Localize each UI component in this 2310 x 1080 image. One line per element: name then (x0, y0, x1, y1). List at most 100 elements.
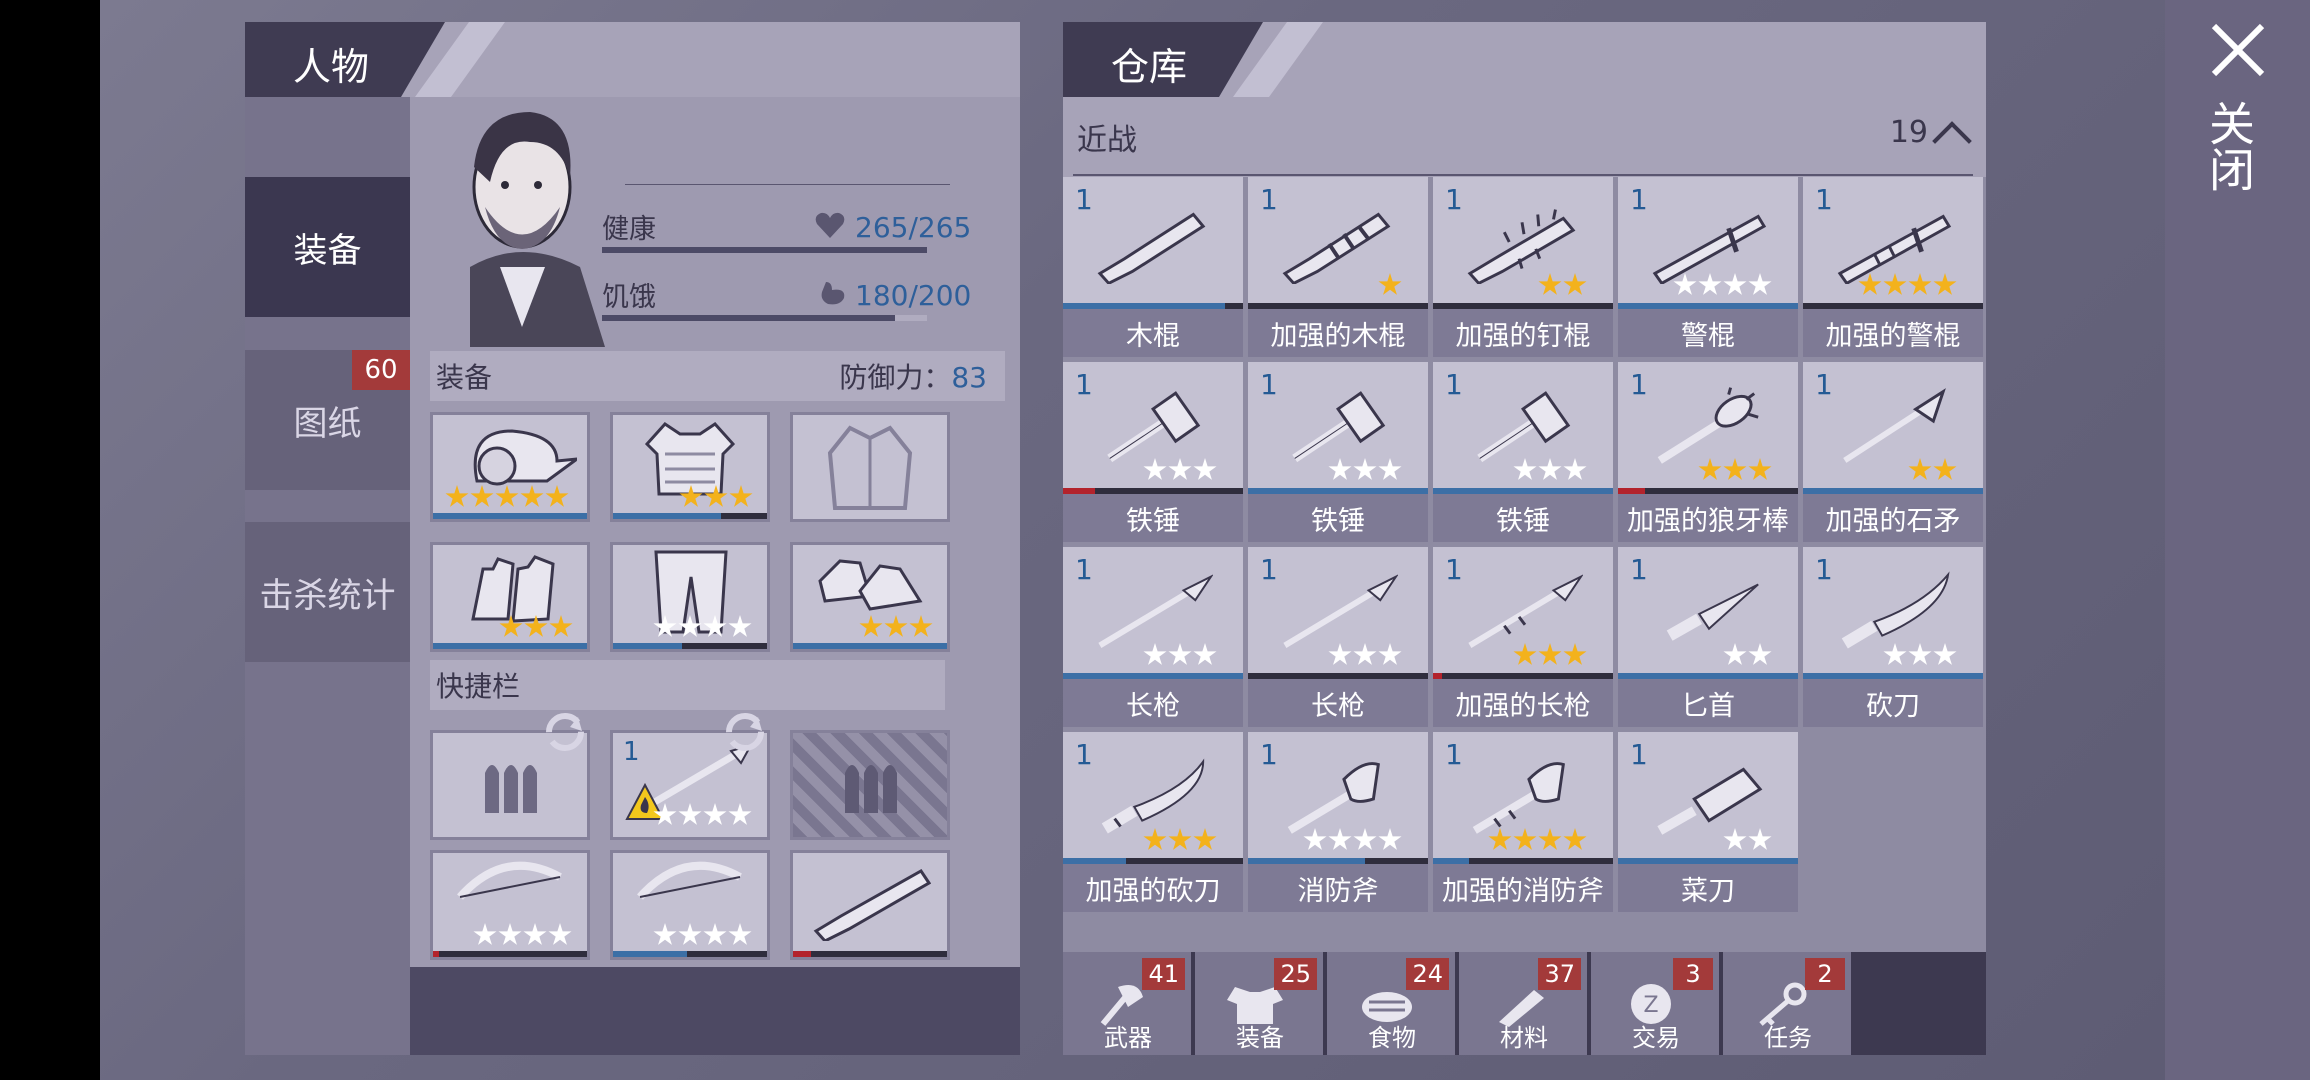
category-label: 任务 (1764, 1024, 1812, 1052)
close-label[interactable]: 关闭 (2202, 100, 2262, 192)
item-cell[interactable]: 1 铁锤 (1248, 362, 1428, 542)
item-cell[interactable]: 1 加强的警棍 (1803, 177, 1983, 357)
item-name: 消防斧 (1248, 864, 1428, 912)
durability-bar (433, 643, 587, 649)
item-qty: 1 (1815, 553, 1833, 586)
swap-icon[interactable] (720, 707, 770, 757)
category-tab[interactable]: 25 装备 (1195, 952, 1325, 1055)
equip-slot-head[interactable] (430, 412, 590, 522)
item-name: 加强的狼牙棒 (1618, 494, 1798, 542)
ammo-icon (485, 765, 537, 813)
category-label: 装备 (1236, 1024, 1284, 1052)
durability-bar (613, 951, 767, 957)
item-name: 加强的警棍 (1803, 309, 1983, 357)
item-name: 铁锤 (1433, 494, 1613, 542)
shoes-icon (818, 559, 923, 611)
item-stars (1143, 643, 1217, 667)
item-cell[interactable]: 1 长枪 (1248, 547, 1428, 727)
equip-slot-legs[interactable] (610, 542, 770, 652)
blueprints-badge: 60 (352, 350, 410, 390)
chevron-up-icon[interactable] (1932, 121, 1972, 161)
category-badge: 24 (1406, 958, 1449, 990)
category-label: 材料 (1500, 1024, 1548, 1052)
close-icon[interactable] (2208, 20, 2268, 80)
jacket-icon (827, 425, 913, 510)
item-qty: 1 (1630, 368, 1648, 401)
warehouse-panel: 仓库 近战 19 1 木棍 1 加强的木棍 1 加强的钉棍 1 警棍 1 加强的警棍 1 铁锤 1 铁锤 1… (1063, 22, 1986, 1055)
item-name: 匕首 (1618, 679, 1798, 727)
item-name: 加强的钉棍 (1433, 309, 1613, 357)
slot-stars (473, 923, 572, 947)
equip-slot-body[interactable] (610, 412, 770, 522)
durability-bar (613, 643, 767, 649)
item-name: 木棍 (1063, 309, 1243, 357)
hunger-bar-track (602, 315, 927, 321)
equip-slot-feet[interactable] (790, 542, 950, 652)
item-qty: 1 (1445, 738, 1463, 771)
nav-equipment[interactable]: 装备 (245, 177, 410, 317)
item-cell[interactable]: 1 木棍 (1063, 177, 1243, 357)
health-value: 265/265 (855, 211, 972, 244)
item-cell[interactable]: 1 加强的木棍 (1248, 177, 1428, 357)
defense-label: 防御力： (839, 361, 952, 394)
item-cell[interactable]: 1 加强的钉棍 (1433, 177, 1613, 357)
item-name: 长枪 (1063, 679, 1243, 727)
character-footer (410, 967, 1020, 1055)
item-qty: 1 (1630, 738, 1648, 771)
item-stars (1908, 458, 1957, 482)
item-stars (1673, 273, 1772, 297)
category-badge: 37 (1538, 958, 1581, 990)
item-cell[interactable]: 1 铁锤 (1063, 362, 1243, 542)
melee-category-header[interactable]: 近战 19 (1063, 97, 1986, 177)
item-cell[interactable]: 1 加强的消防斧 (1433, 732, 1613, 912)
nav-blueprints-label: 图纸 (293, 403, 362, 444)
category-tab[interactable]: 24 食物 (1327, 952, 1457, 1055)
quick-slot-6[interactable] (790, 850, 950, 960)
category-badge: 3 (1673, 958, 1713, 990)
item-cell[interactable]: 1 加强的长枪 (1433, 547, 1613, 727)
stat-divider (625, 184, 950, 185)
item-cell[interactable]: 1 加强的石矛 (1803, 362, 1983, 542)
item-cell[interactable]: 1 砍刀 (1803, 547, 1983, 727)
equip-slot-hands[interactable] (430, 542, 590, 652)
item-cell[interactable]: 1 加强的砍刀 (1063, 732, 1243, 912)
item-cell[interactable]: 1 菜刀 (1618, 732, 1798, 912)
swap-icon[interactable] (540, 707, 590, 757)
equipment-section-header: 装备 防御力：83 (430, 351, 1005, 401)
item-qty: 1 (1260, 368, 1278, 401)
category-tab[interactable]: 41 武器 (1063, 952, 1193, 1055)
item-cell[interactable]: 1 加强的狼牙棒 (1618, 362, 1798, 542)
item-stars (1883, 643, 1957, 667)
item-stars (1723, 828, 1772, 852)
item-name: 菜刀 (1618, 864, 1798, 912)
item-grid: 1 木棍 1 加强的木棍 1 加强的钉棍 1 警棍 1 加强的警棍 1 铁锤 1 铁锤 1 铁锤 1 加强的狼牙棒… (1063, 177, 1986, 952)
quick-slot-qty: 1 (623, 737, 640, 767)
item-stars (1143, 458, 1217, 482)
defense-stat: 防御力：83 (839, 356, 987, 396)
item-name: 加强的消防斧 (1433, 864, 1613, 912)
category-tab[interactable]: 2 任务 (1723, 952, 1853, 1055)
item-stars (1513, 458, 1587, 482)
quick-slot-5[interactable] (610, 850, 770, 960)
character-nav: 装备 图纸 60 击杀统计 (245, 97, 410, 1055)
equip-slot-outer[interactable] (790, 412, 950, 522)
item-cell[interactable]: 1 铁锤 (1433, 362, 1613, 542)
quickbar-section-label: 快捷栏 (436, 670, 521, 703)
item-cell[interactable]: 1 消防斧 (1248, 732, 1428, 912)
item-cell[interactable]: 1 警棍 (1618, 177, 1798, 357)
nav-blueprints[interactable]: 图纸 60 (245, 350, 410, 490)
nav-kill-stats[interactable]: 击杀统计 (245, 522, 410, 662)
item-qty: 1 (1075, 368, 1093, 401)
item-name: 警棍 (1618, 309, 1798, 357)
item-stars (1698, 458, 1772, 482)
slot-stars (445, 485, 569, 509)
item-qty: 1 (1445, 553, 1463, 586)
health-label: 健康 (602, 214, 656, 245)
item-cell[interactable]: 1 长枪 (1063, 547, 1243, 727)
category-tab[interactable]: 37 材料 (1459, 952, 1589, 1055)
quick-slot-4[interactable] (430, 850, 590, 960)
warehouse-header: 仓库 (1063, 22, 1986, 97)
category-tab[interactable]: Z 3 交易 (1591, 952, 1721, 1055)
item-name: 铁锤 (1063, 494, 1243, 542)
item-cell[interactable]: 1 匕首 (1618, 547, 1798, 727)
